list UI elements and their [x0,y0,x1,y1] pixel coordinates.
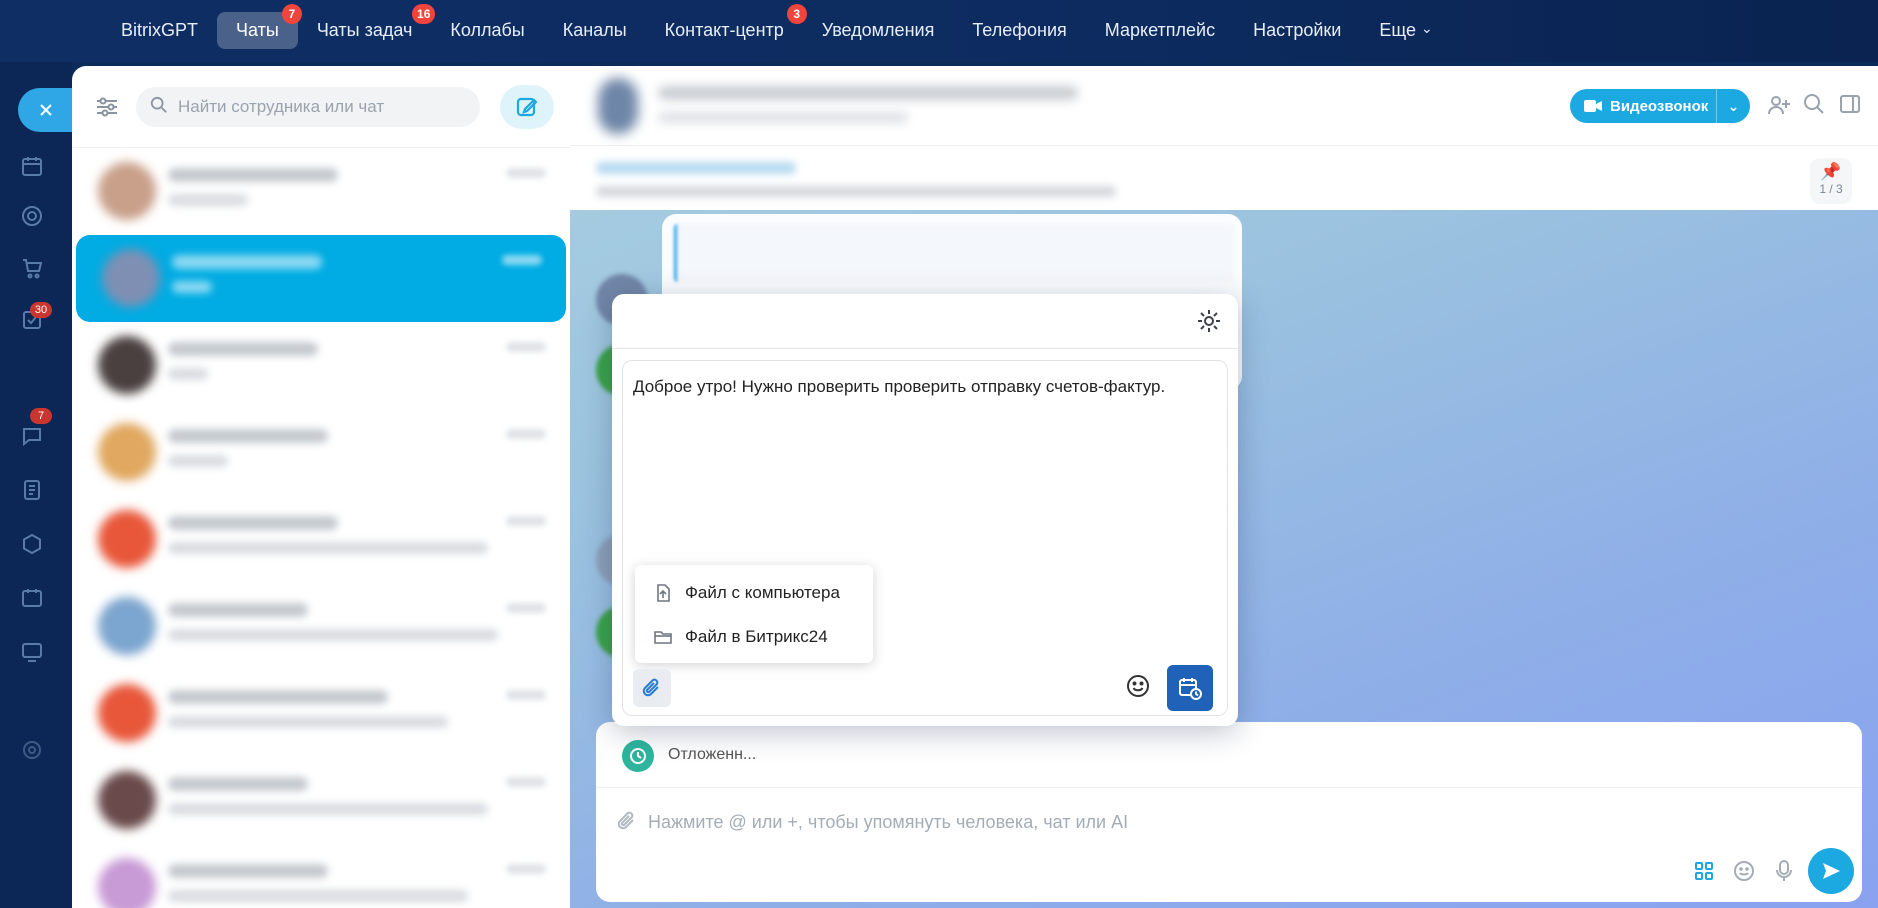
composer-tools [1684,848,1854,894]
message-composer: Отложенн... Нажмите @ или +, чтобы упомя… [596,722,1862,902]
message-input[interactable]: Нажмите @ или +, чтобы упомянуть человек… [648,812,1128,833]
avatar [98,858,156,908]
messenger-badge: 7 [30,408,52,424]
nav-contact-center[interactable]: Контакт-центр 3 [646,3,807,49]
avatar [98,684,156,742]
cart-icon[interactable] [20,256,50,286]
folder-icon [654,631,672,644]
scheduled-messages-bar[interactable]: Отложенн... [596,722,1862,788]
nav-bitrixgpt[interactable]: BitrixGPT [102,12,217,49]
list-item[interactable] [76,235,566,322]
avatar [98,162,156,220]
close-chat-panel-button[interactable] [18,88,74,132]
avatar [98,771,156,829]
search-icon [150,96,167,113]
video-call-button[interactable]: Видеозвонок ⌄ [1570,89,1750,123]
chat-header: Видеозвонок ⌄ [570,66,1878,146]
avatar [102,249,160,307]
avatar [98,423,156,481]
schedule-send-button[interactable] [1167,665,1213,711]
paperclip-icon [642,678,659,697]
list-item[interactable] [72,496,570,583]
send-button[interactable] [1808,848,1854,894]
close-icon [40,104,52,116]
list-item[interactable] [72,757,570,844]
menu-item-file-from-computer[interactable]: Файл с компьютера [635,571,873,615]
avatar [98,597,156,655]
chat-subtitle [658,112,908,123]
nav-collabs[interactable]: Коллабы [431,12,543,49]
monitor-icon[interactable] [20,640,50,670]
list-item[interactable] [72,322,570,409]
top-nav-menu: BitrixGPT Чаты 7 Чаты задач 16 Коллабы Кан… [102,3,1452,50]
search-placeholder: Найти сотрудника или чат [178,97,385,116]
nav-task-chats[interactable]: Чаты задач 16 [298,3,436,49]
hexagon-icon[interactable] [20,532,50,562]
filter-icon[interactable] [94,94,122,122]
nav-telephony[interactable]: Телефония [953,12,1085,49]
attach-menu: Файл с компьютера Файл в Битрикс24 [635,565,873,663]
app-rail: 30 7 [0,62,72,908]
nav-channels[interactable]: Каналы [544,12,646,49]
camera-icon [1584,100,1602,112]
list-item[interactable] [72,670,570,757]
settings-icon[interactable] [20,738,50,768]
microphone-icon[interactable] [1764,849,1804,893]
attach-button[interactable] [633,669,671,707]
nav-more[interactable]: Еще [1360,12,1451,49]
avatar [98,336,156,394]
list-item[interactable] [72,844,570,908]
search-icon[interactable] [1802,92,1830,120]
chat-title[interactable] [658,86,1078,100]
panel-toggle-icon[interactable] [1838,92,1866,120]
chat-avatar[interactable] [598,78,638,134]
nav-settings[interactable]: Настройки [1234,12,1360,49]
pinned-message-bar[interactable]: 📌 1 / 3 [570,146,1878,210]
list-item[interactable] [72,409,570,496]
add-user-icon[interactable] [1766,92,1794,120]
send-icon [1823,863,1840,879]
search-input[interactable]: Найти сотрудника или чат [136,87,480,127]
upload-file-icon [657,584,670,602]
quoted-message [674,224,1234,282]
new-chat-button[interactable] [500,85,554,129]
gear-icon[interactable] [1196,308,1224,336]
messenger-icon[interactable] [20,424,50,454]
pin-icon: 📌 [1820,162,1842,181]
calendar-clock-icon [1179,678,1202,700]
apps-grid-icon[interactable] [1684,849,1724,893]
nav-chats[interactable]: Чаты 7 [217,3,302,49]
chat-list-header: Найти сотрудника или чат [72,66,570,148]
chat-list [72,148,570,908]
edit-icon [516,97,538,117]
top-navigation: BitrixGPT Чаты 7 Чаты задач 16 Коллабы Кан… [0,0,1878,62]
booking-icon[interactable] [20,586,50,616]
calendar-icon[interactable] [20,154,50,184]
list-item[interactable] [72,583,570,670]
paperclip-icon[interactable] [616,810,640,834]
document-icon[interactable] [20,478,50,508]
scheduled-label: Отложенн... [668,746,757,763]
menu-item-file-from-bitrix24[interactable]: Файл в Битрикс24 [635,615,873,659]
emoji-icon[interactable] [1125,673,1155,703]
pinned-counter[interactable]: 📌 1 / 3 [1810,158,1852,204]
video-call-label: Видеозвонок [1610,97,1709,115]
chevron-down-icon[interactable]: ⌄ [1716,89,1750,123]
chat-list-panel: Найти сотрудника или чат [72,66,570,908]
nav-marketplace[interactable]: Маркетплейс [1086,12,1234,49]
target-icon[interactable] [20,204,50,234]
list-item[interactable] [72,148,570,235]
emoji-icon[interactable] [1724,849,1764,893]
clock-icon [622,740,654,772]
message-text[interactable]: Доброе утро! Нужно проверить проверить о… [633,377,1165,397]
scheduled-message-editor[interactable]: Доброе утро! Нужно проверить проверить о… [622,360,1228,716]
nav-notifications[interactable]: Уведомления [803,12,954,49]
tasks-badge: 30 [30,302,52,318]
avatar [98,510,156,568]
scheduled-message-popup: Доброе утро! Нужно проверить проверить о… [612,294,1238,726]
